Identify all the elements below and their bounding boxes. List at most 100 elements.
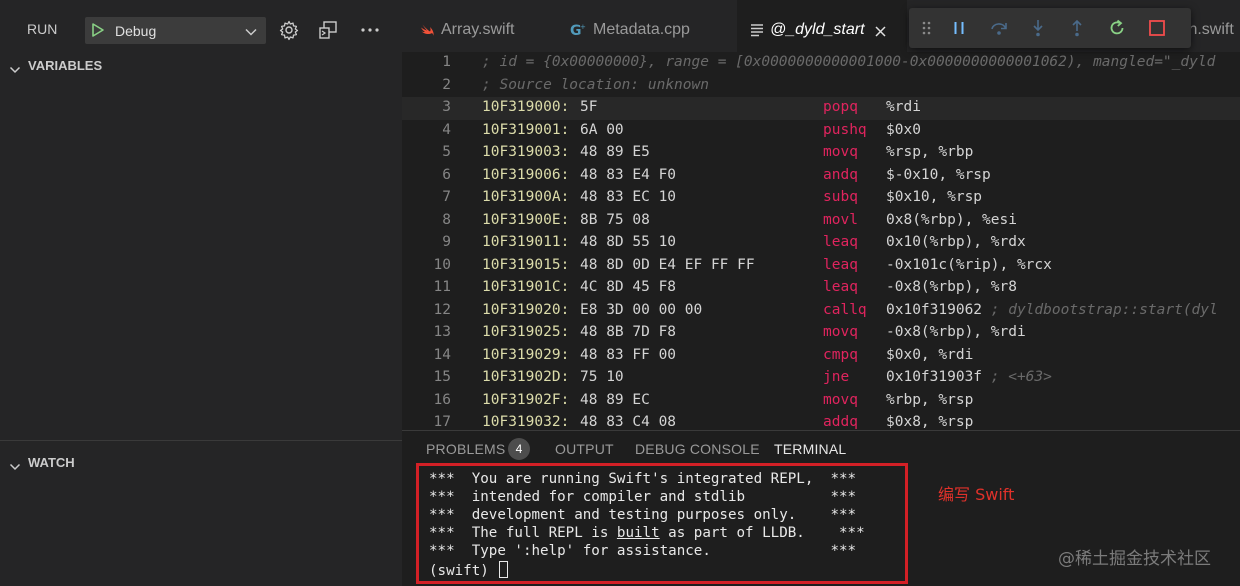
debug-console-icon[interactable] [317, 19, 339, 41]
line-number: 16 [433, 391, 451, 408]
restart-icon[interactable] [1107, 18, 1127, 38]
variables-title: VARIABLES [28, 58, 103, 73]
variables-section-header[interactable]: VARIABLES [0, 53, 402, 79]
code-line: 17 10F319032: 48 83 C4 08 addq $0x8, %rsp [402, 412, 1240, 430]
editor-area: Array.swift G + Metadata.cpp @_dyld_start… [402, 0, 1240, 430]
opcode-bytes: 8B 75 08 [580, 211, 650, 228]
tab-array-swift[interactable]: Array.swift [402, 0, 557, 52]
address: 10F319015: [482, 256, 570, 273]
debug-config-select[interactable]: Debug [85, 17, 266, 44]
run-toolbar: RUN Debug [0, 0, 402, 52]
code-line: 11 10F31901C: 4C 8D 45 F8 leaq -0x8(%rbp), %… [402, 277, 1240, 300]
mnemonic: leaq [823, 234, 858, 250]
tab-output[interactable]: OUTPUT [555, 441, 614, 457]
terminal-line: *** Type ':help' for assistance. *** [429, 543, 857, 559]
more-actions-icon[interactable] [359, 19, 381, 41]
code-line: 10 10F319015: 48 8D 0D E4 EF FF FF leaq -0x1… [402, 255, 1240, 278]
drag-handle-icon[interactable] [917, 18, 937, 38]
mnemonic: addq [823, 414, 858, 430]
address: 10F319032: [482, 414, 570, 430]
code-line: 15 10F31902D: 75 10 jne 0x10f31903f ; <+63> [402, 367, 1240, 390]
pause-icon[interactable] [949, 18, 969, 38]
code-line: 13 10F319025: 48 8B 7D F8 movq -0x8(%rbp), %… [402, 322, 1240, 345]
operands: -0x8(%rbp), %rdi [886, 324, 1026, 340]
code-line: 8 10F31900E: 8B 75 08 movl 0x8(%rbp), %esi [402, 210, 1240, 233]
operand-text: -0x8(%rbp), %r8 [886, 279, 1017, 295]
line-number: 12 [433, 301, 451, 318]
terminal-line: *** You are running Swift's integrated R… [429, 471, 857, 487]
opcode-bytes: 48 83 FF 00 [580, 346, 677, 363]
step-out-icon[interactable] [1067, 18, 1087, 38]
mnemonic: movq [823, 324, 858, 340]
line-number: 3 [442, 99, 451, 115]
line-number: 2 [442, 76, 451, 93]
tab-dyld-start[interactable]: @_dyld_start [737, 0, 907, 52]
operands: 0x10(%rbp), %rdx [886, 234, 1026, 250]
code-line: 6 10F319006: 48 83 E4 F0 andq $-0x10, %rsp [402, 165, 1240, 188]
code-line: 1 ; id = {0x00000000}, range = [0x000000… [402, 52, 1240, 75]
gear-icon[interactable] [278, 19, 300, 41]
address: 10F319011: [482, 234, 570, 250]
opcode-bytes: 48 89 E5 [580, 144, 650, 160]
step-into-icon[interactable] [1028, 18, 1048, 38]
stop-icon[interactable] [1147, 18, 1167, 38]
address: 10F31900E: [482, 211, 570, 228]
problems-count-badge: 4 [508, 438, 530, 460]
mnemonic: callq [823, 301, 867, 318]
operands: -0x8(%rbp), %r8 [886, 279, 1017, 295]
opcode-bytes: E8 3D 00 00 00 [580, 301, 703, 318]
code-line: 12 10F319020: E8 3D 00 00 00 callq 0x10f3190… [402, 300, 1240, 323]
cpp-icon: G + [570, 21, 588, 43]
operand-text: $0x0 [886, 121, 921, 138]
operand-text: %rsp, %rbp [886, 144, 974, 160]
operand-text: -0x101c(%rip), %rcx [886, 256, 1052, 273]
tab-problems[interactable]: PROBLEMS [426, 441, 505, 457]
watermark: @稀土掘金技术社区 [1058, 549, 1211, 569]
tab-debug-console[interactable]: DEBUG CONSOLE [635, 441, 760, 457]
mnemonic: pushq [823, 121, 867, 138]
operands: $0x8, %rsp [886, 414, 973, 430]
chevron-down-icon [244, 24, 258, 43]
address: 10F31902F: [482, 391, 570, 408]
watch-section-header[interactable]: WATCH [0, 450, 402, 476]
debug-toolbar [909, 8, 1191, 48]
operands: %rbp, %rsp [886, 392, 973, 408]
mnemonic: andq [823, 166, 858, 183]
operands: 0x10f319062 ; dyldbootstrap::start(dyl [886, 302, 1218, 318]
tab-label: Array.swift [441, 21, 515, 38]
close-icon[interactable] [874, 23, 887, 42]
code-line: 3 10F319000: 5F popq %rdi [402, 97, 1240, 120]
step-over-icon[interactable] [989, 18, 1009, 38]
address: 10F319029: [482, 346, 570, 363]
comment: ; id = {0x00000000}, range = [0x00000000… [482, 54, 1216, 70]
mnemonic: movq [823, 391, 858, 408]
address: 10F319003: [482, 144, 570, 160]
tab-metadata-cpp[interactable]: G + Metadata.cpp [557, 0, 737, 52]
mnemonic: leaq [823, 279, 858, 295]
operand-text: $0x0, %rdi [886, 346, 974, 363]
opcode-bytes: 48 83 E4 F0 [580, 166, 677, 183]
mnemonic: movl [823, 211, 858, 228]
code-line: 2 ; Source location: unknown [402, 75, 1240, 98]
chevron-down-icon [9, 61, 21, 80]
inline-comment: ; <+63> [982, 369, 1052, 385]
opcode-bytes: 48 8D 0D E4 EF FF FF [580, 256, 755, 273]
tab-terminal[interactable]: TERMINAL [774, 441, 846, 457]
operands: %rsp, %rbp [886, 144, 973, 160]
line-number: 17 [433, 414, 451, 430]
address: 10F319020: [482, 301, 570, 318]
terminal-cursor [499, 561, 509, 578]
terminal-prompt-line[interactable]: (swift) [429, 561, 509, 579]
terminal-link[interactable]: built [617, 525, 660, 541]
terminal-text: *** The full REPL is [429, 525, 617, 541]
line-number: 1 [442, 54, 451, 70]
line-number: 14 [433, 346, 451, 363]
terminal-highlight-box[interactable]: *** You are running Swift's integrated R… [416, 463, 908, 584]
play-icon[interactable] [90, 22, 106, 42]
operands: $0x10, %rsp [886, 189, 982, 205]
operand-text: 0x10f319062 [886, 301, 983, 318]
operand-text: 0x10(%rbp), %rdx [886, 234, 1026, 250]
opcode-bytes: 6A 00 [580, 121, 624, 138]
opcode-bytes: 48 8D 55 10 [580, 234, 677, 250]
list-icon [749, 22, 765, 42]
